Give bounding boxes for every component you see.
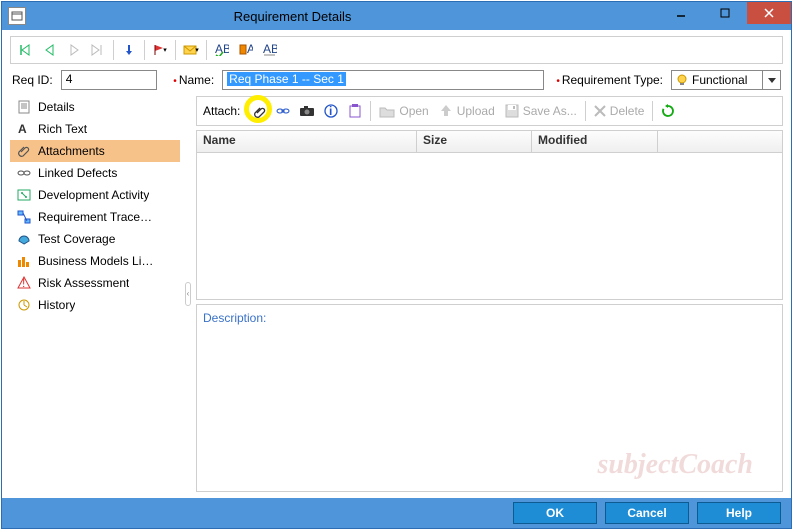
nav-next-button[interactable] (63, 39, 85, 61)
description-label: Description: (203, 311, 266, 325)
mail-button[interactable]: ▾ (180, 39, 202, 61)
thesaurus-button[interactable]: AB (235, 39, 257, 61)
main-panel: Attach: i Open Upload Save As... (196, 96, 783, 492)
svg-text:i: i (329, 104, 332, 118)
main-toolbar: ▾ ▾ AB AB AB (10, 36, 783, 64)
requirement-type-field[interactable]: Functional (671, 70, 781, 90)
test-coverage-icon (16, 231, 32, 247)
svg-text:A: A (18, 122, 27, 136)
sidebar-item-label: Test Coverage (38, 232, 115, 246)
footer: OK Cancel Help (2, 498, 791, 528)
sidebar-item-details[interactable]: Details (10, 96, 180, 118)
window-close-button[interactable] (747, 2, 791, 24)
save-as-label: Save As... (523, 104, 577, 118)
attach-link-button[interactable] (272, 100, 294, 122)
attach-label: Attach: (203, 104, 240, 118)
reqid-field[interactable]: 4 (61, 70, 158, 90)
attachments-icon (16, 143, 32, 159)
ok-button[interactable]: OK (513, 502, 597, 524)
dev-activity-icon (16, 187, 32, 203)
window-title: Requirement Details (26, 9, 659, 24)
upload-button[interactable]: Upload (435, 99, 499, 123)
requirement-type-value: Functional (692, 73, 747, 87)
sidebar-item-label: Business Models Li… (38, 254, 153, 268)
requirement-type-label: Requirement Type: (556, 73, 663, 87)
attachments-grid[interactable]: Name Size Modified (196, 130, 783, 300)
open-label: Open (399, 104, 428, 118)
nav-first-button[interactable] (15, 39, 37, 61)
attach-file-button[interactable] (248, 100, 270, 122)
sidebar-item-risk-assessment[interactable]: ! Risk Assessment (10, 272, 180, 294)
grid-header: Name Size Modified (197, 131, 782, 153)
grid-body (197, 153, 782, 299)
sidebar-item-label: Details (38, 100, 75, 114)
window-minimize-button[interactable] (659, 2, 703, 24)
fields-row: Req ID: 4 Name: Req Phase 1 -- Sec 1 Req… (2, 68, 791, 96)
grid-col-modified[interactable]: Modified (532, 131, 658, 152)
svg-text:!: ! (22, 276, 25, 290)
sidebar-item-requirement-trace[interactable]: Requirement Trace… (10, 206, 180, 228)
sidebar-item-label: History (38, 298, 75, 312)
rich-text-icon: A (16, 121, 32, 137)
flag-button[interactable]: ▾ (149, 39, 171, 61)
grid-col-size[interactable]: Size (417, 131, 532, 152)
attach-snapshot-button[interactable] (296, 100, 318, 122)
sidebar-item-label: Linked Defects (38, 166, 117, 180)
name-value: Req Phase 1 -- Sec 1 (227, 72, 346, 86)
reqid-value: 4 (66, 72, 73, 86)
sidebar-item-label: Requirement Trace… (38, 210, 152, 224)
delete-button[interactable]: Delete (590, 99, 649, 123)
description-panel[interactable]: Description: (196, 304, 783, 492)
risk-icon: ! (16, 275, 32, 291)
business-models-icon (16, 253, 32, 269)
sidebar-item-history[interactable]: History (10, 294, 180, 316)
refresh-button[interactable] (657, 100, 679, 122)
sidebar: Details A Rich Text Attachments Linked D… (10, 96, 180, 492)
spelling-options-button[interactable]: AB (259, 39, 281, 61)
linked-defects-icon (16, 165, 32, 181)
attach-sysinfo-button[interactable]: i (320, 100, 342, 122)
window-maximize-button[interactable] (703, 2, 747, 24)
title-bar: Requirement Details (2, 2, 791, 30)
grid-col-spacer (658, 131, 783, 152)
sidebar-item-business-models[interactable]: Business Models Li… (10, 250, 180, 272)
pin-button[interactable] (118, 39, 140, 61)
attach-toolbar: Attach: i Open Upload Save As... (196, 96, 783, 126)
lightbulb-icon (676, 74, 688, 86)
open-button[interactable]: Open (375, 99, 432, 123)
sidebar-item-label: Rich Text (38, 122, 87, 136)
sidebar-item-development-activity[interactable]: Development Activity (10, 184, 180, 206)
svg-text:AB: AB (247, 44, 253, 56)
sidebar-item-label: Risk Assessment (38, 276, 129, 290)
sidebar-item-test-coverage[interactable]: Test Coverage (10, 228, 180, 250)
cancel-button[interactable]: Cancel (605, 502, 689, 524)
grid-col-name[interactable]: Name (197, 131, 417, 152)
sidebar-item-rich-text[interactable]: A Rich Text (10, 118, 180, 140)
nav-last-button[interactable] (87, 39, 109, 61)
save-as-button[interactable]: Save As... (501, 99, 581, 123)
sidebar-item-attachments[interactable]: Attachments (10, 140, 180, 162)
sidebar-item-linked-defects[interactable]: Linked Defects (10, 162, 180, 184)
splitter[interactable]: ‹ (184, 96, 192, 492)
spellcheck-button[interactable]: AB (211, 39, 233, 61)
svg-text:AB: AB (263, 44, 277, 56)
delete-label: Delete (610, 104, 645, 118)
name-label: Name: (173, 73, 214, 87)
upload-label: Upload (457, 104, 495, 118)
window-sys-icon (8, 7, 26, 25)
sidebar-item-label: Development Activity (38, 188, 149, 202)
history-icon (16, 297, 32, 313)
name-field[interactable]: Req Phase 1 -- Sec 1 (222, 70, 543, 90)
requirement-type-dropdown-arrow[interactable] (762, 71, 780, 89)
req-trace-icon (16, 209, 32, 225)
nav-prev-button[interactable] (39, 39, 61, 61)
details-icon (16, 99, 32, 115)
help-button[interactable]: Help (697, 502, 781, 524)
reqid-label: Req ID: (12, 73, 53, 87)
sidebar-item-label: Attachments (38, 144, 105, 158)
attach-clipboard-button[interactable] (344, 100, 366, 122)
